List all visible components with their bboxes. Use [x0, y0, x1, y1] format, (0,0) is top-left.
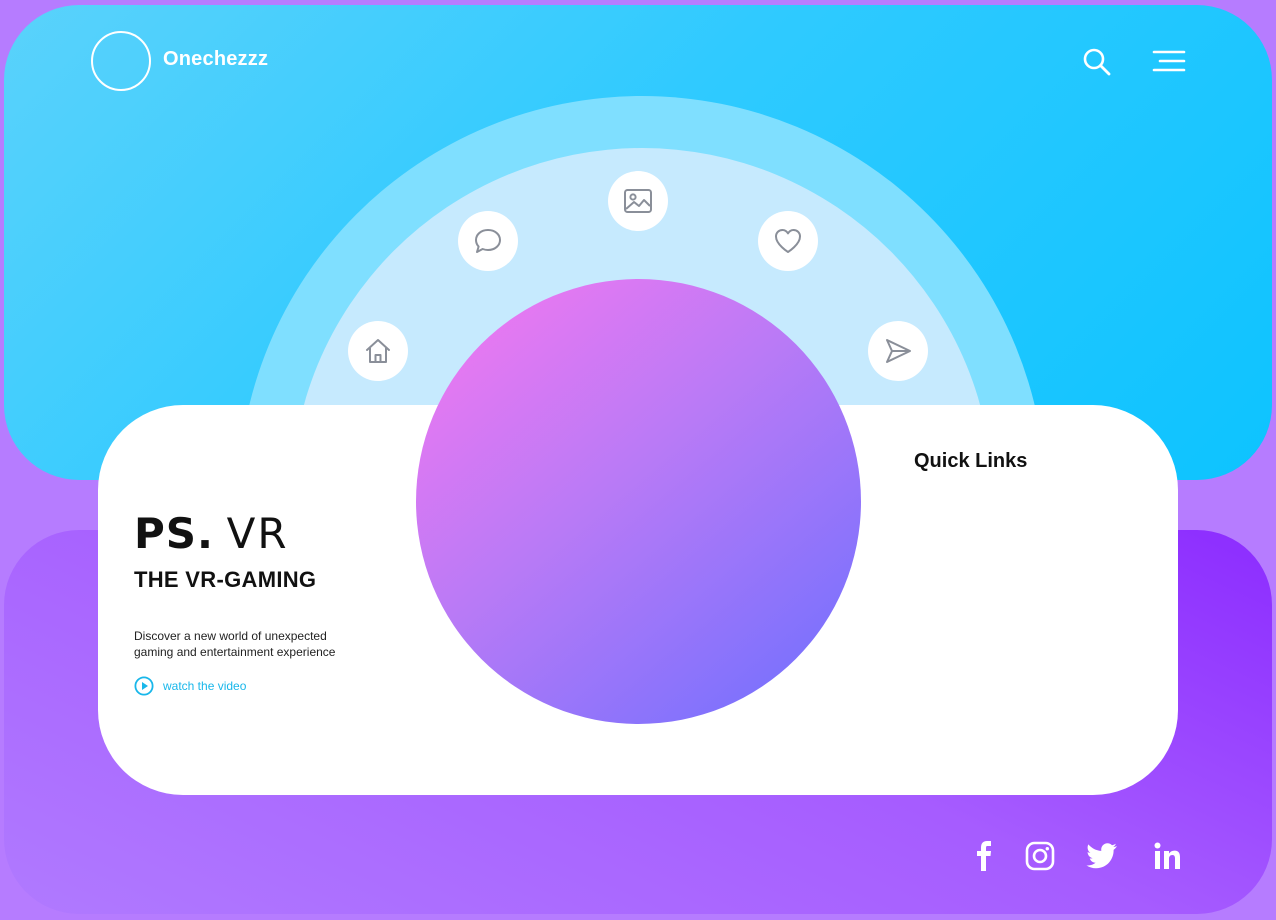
product-title: PS. VR [134, 510, 289, 558]
watch-video-link[interactable]: watch the video [134, 676, 246, 696]
facebook-icon[interactable] [973, 840, 995, 877]
menu-icon[interactable] [1152, 49, 1186, 78]
logo-circle[interactable] [91, 31, 151, 91]
image-icon[interactable] [608, 171, 668, 231]
product-description: Discover a new world of unexpected gamin… [134, 628, 394, 660]
product-title-light: VR [226, 509, 289, 558]
description-line: Discover a new world of unexpected [134, 629, 327, 643]
brand-name[interactable]: Onechezzz [163, 48, 268, 71]
quick-links-heading: Quick Links [914, 450, 1028, 472]
product-subtitle: THE VR-GAMING [134, 567, 317, 592]
chat-icon[interactable] [458, 211, 518, 271]
play-icon [134, 676, 154, 696]
watch-video-label: watch the video [163, 679, 247, 693]
home-icon[interactable] [348, 321, 408, 381]
gradient-orb [416, 279, 861, 724]
send-icon[interactable] [868, 321, 928, 381]
twitter-icon[interactable] [1086, 840, 1118, 877]
description-line: gaming and entertainment experience [134, 645, 336, 659]
linkedin-icon[interactable] [1152, 840, 1182, 877]
heart-icon[interactable] [758, 211, 818, 271]
instagram-icon[interactable] [1024, 840, 1056, 877]
search-icon[interactable] [1082, 47, 1112, 82]
product-title-bold: PS. [134, 509, 214, 558]
